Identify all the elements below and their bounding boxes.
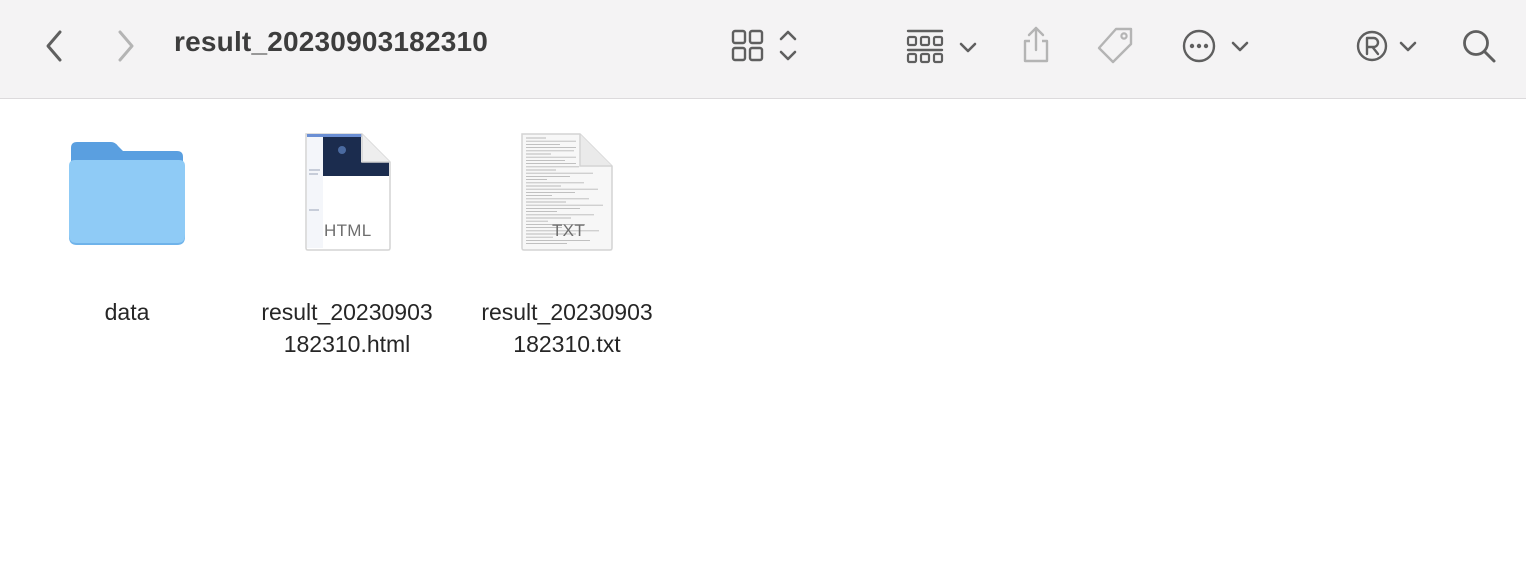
file-item-txt[interactable]: TXT result_20230903 182310.txt bbox=[457, 130, 677, 360]
more-actions-icon bbox=[1182, 29, 1249, 63]
file-name-line1: result_20230903 bbox=[481, 299, 653, 325]
view-mode-button[interactable] bbox=[728, 24, 804, 68]
file-item-data-folder[interactable]: data bbox=[17, 130, 237, 328]
more-actions-button[interactable] bbox=[1180, 24, 1252, 68]
file-item-html[interactable]: HTML result_20230903 182310.html bbox=[237, 130, 457, 360]
group-by-icon bbox=[906, 29, 977, 64]
toolbar: result_20230903182310 bbox=[0, 0, 1526, 99]
back-button[interactable] bbox=[36, 24, 72, 68]
registered-extension-icon bbox=[1356, 30, 1417, 62]
share-button[interactable] bbox=[1016, 22, 1056, 68]
file-name: result_20230903 182310.html bbox=[237, 296, 457, 360]
file-name-line1: result_20230903 bbox=[261, 299, 433, 325]
folder-icon bbox=[69, 142, 185, 245]
share-icon bbox=[1023, 26, 1049, 63]
chevron-left-icon bbox=[46, 30, 62, 62]
file-name: result_20230903 182310.txt bbox=[457, 296, 677, 360]
file-type-label: HTML bbox=[324, 221, 372, 240]
group-by-button[interactable] bbox=[902, 24, 982, 68]
file-name-line2: 182310.txt bbox=[513, 331, 621, 357]
tag-icon bbox=[1097, 27, 1133, 64]
search-icon bbox=[1463, 30, 1496, 63]
window-title: result_20230903182310 bbox=[174, 26, 489, 57]
file-browser-content: data HTML result_20230903 182310.html TX… bbox=[0, 99, 1526, 574]
file-type-label: TXT bbox=[552, 221, 586, 240]
tag-button[interactable] bbox=[1094, 24, 1136, 68]
file-name: data bbox=[17, 296, 237, 328]
grid-view-icon bbox=[731, 29, 797, 62]
chevron-right-icon bbox=[118, 30, 134, 62]
forward-button[interactable] bbox=[108, 24, 144, 68]
extension-menu-button[interactable] bbox=[1354, 24, 1424, 68]
search-button[interactable] bbox=[1458, 24, 1500, 68]
file-name-line1: data bbox=[104, 299, 150, 325]
file-name-line2: 182310.html bbox=[283, 331, 411, 357]
